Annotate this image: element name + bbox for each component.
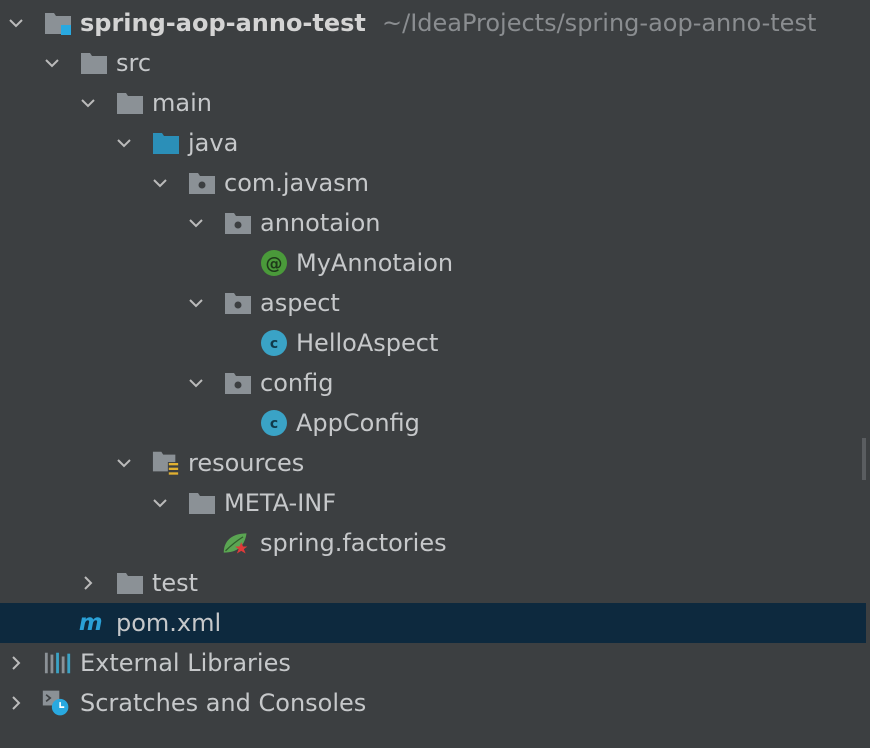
chevron-down-icon[interactable]	[6, 13, 26, 33]
tree-row-appconfig[interactable]: c AppConfig	[0, 403, 866, 443]
folder-icon	[188, 489, 216, 517]
tree-label: config	[260, 369, 334, 397]
svg-text:c: c	[270, 416, 278, 432]
tree-label: spring.factories	[260, 529, 447, 557]
tree-label: aspect	[260, 289, 340, 317]
chevron-right-icon[interactable]	[78, 573, 98, 593]
package-icon	[224, 289, 252, 317]
chevron-down-icon[interactable]	[186, 373, 206, 393]
chevron-down-icon[interactable]	[150, 173, 170, 193]
tree-row-main[interactable]: main	[0, 83, 866, 123]
chevron-down-icon[interactable]	[186, 293, 206, 313]
chevron-down-icon[interactable]	[42, 53, 62, 73]
tree-row-project[interactable]: spring-aop-anno-test ~/IdeaProjects/spri…	[0, 3, 866, 43]
tree-row-myannotaion[interactable]: @ MyAnnotaion	[0, 243, 866, 283]
folder-icon	[116, 569, 144, 597]
spring-leaf-icon	[222, 529, 250, 557]
tree-row-config-package[interactable]: config	[0, 363, 866, 403]
library-icon	[44, 649, 72, 677]
tree-label: AppConfig	[296, 409, 420, 437]
svg-text:@: @	[266, 254, 283, 274]
tree-row-java[interactable]: java	[0, 123, 866, 163]
tree-row-test[interactable]: test	[0, 563, 866, 603]
tree-label: pom.xml	[116, 609, 222, 637]
package-icon	[224, 209, 252, 237]
project-name: spring-aop-anno-test	[80, 9, 366, 37]
tree-label: com.javasm	[224, 169, 370, 197]
chevron-down-icon[interactable]	[150, 493, 170, 513]
project-tree[interactable]: spring-aop-anno-test ~/IdeaProjects/spri…	[0, 0, 866, 748]
folder-icon	[116, 89, 144, 117]
scratches-icon	[42, 689, 70, 717]
tree-row-resources[interactable]: resources	[0, 443, 866, 483]
tree-label: META-INF	[224, 489, 337, 517]
tree-label: resources	[188, 449, 305, 477]
project-path: ~/IdeaProjects/spring-aop-anno-test	[382, 9, 817, 37]
tree-row-external-libraries[interactable]: External Libraries	[0, 643, 866, 683]
tree-label: External Libraries	[80, 649, 291, 677]
tree-row-helloaspect[interactable]: c HelloAspect	[0, 323, 866, 363]
svg-text:m: m	[79, 610, 103, 636]
annotation-icon: @	[260, 249, 288, 277]
tree-row-package[interactable]: com.javasm	[0, 163, 866, 203]
chevron-down-icon[interactable]	[114, 453, 134, 473]
tree-row-aspect-package[interactable]: aspect	[0, 283, 866, 323]
class-icon: c	[260, 409, 288, 437]
tree-row-scratches[interactable]: Scratches and Consoles	[0, 683, 866, 723]
tree-label: MyAnnotaion	[296, 249, 454, 277]
package-icon	[188, 169, 216, 197]
tree-row-src[interactable]: src	[0, 43, 866, 83]
tree-label: src	[116, 49, 152, 77]
folder-icon	[80, 49, 108, 77]
tree-row-pom[interactable]: m pom.xml	[0, 603, 866, 643]
tree-label: HelloAspect	[296, 329, 439, 357]
tree-label: test	[152, 569, 199, 597]
tree-row-annotaion-package[interactable]: annotaion	[0, 203, 866, 243]
tree-row-metainf[interactable]: META-INF	[0, 483, 866, 523]
tree-label: annotaion	[260, 209, 381, 237]
source-folder-icon	[152, 129, 180, 157]
tree-label: java	[188, 129, 239, 157]
scrollbar-thumb[interactable]	[862, 438, 866, 480]
package-icon	[224, 369, 252, 397]
class-icon: c	[260, 329, 288, 357]
tree-label: main	[152, 89, 212, 117]
svg-text:c: c	[270, 336, 278, 352]
maven-icon: m	[78, 609, 106, 637]
module-folder-icon	[44, 9, 72, 37]
chevron-down-icon[interactable]	[78, 93, 98, 113]
resources-folder-icon	[152, 449, 180, 477]
tree-row-spring-factories[interactable]: spring.factories	[0, 523, 866, 563]
chevron-down-icon[interactable]	[114, 133, 134, 153]
chevron-down-icon[interactable]	[186, 213, 206, 233]
chevron-right-icon[interactable]	[6, 693, 26, 713]
chevron-right-icon[interactable]	[6, 653, 26, 673]
tree-label: Scratches and Consoles	[80, 689, 367, 717]
